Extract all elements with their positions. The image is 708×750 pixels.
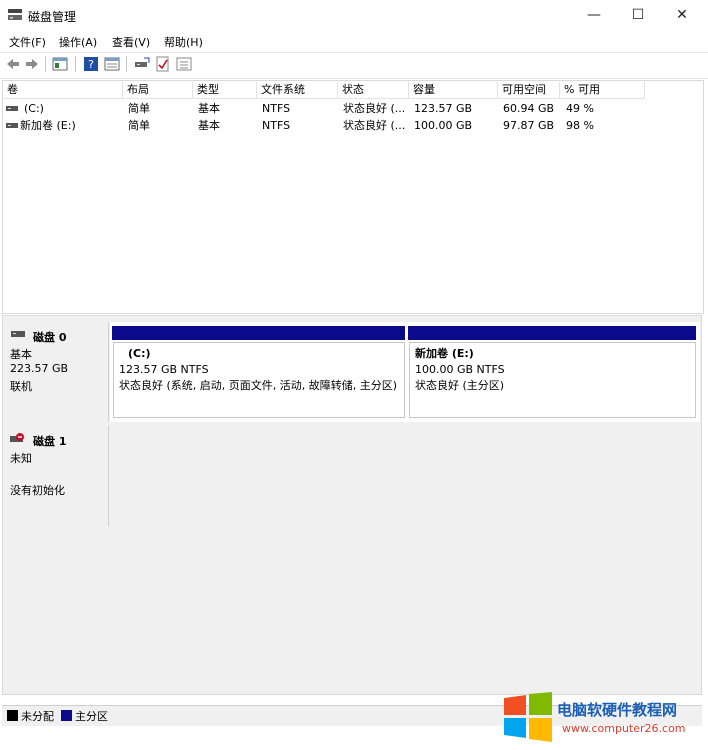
primary-partition-swatch	[61, 710, 72, 721]
partition-e-status: 状态良好 (主分区)	[415, 379, 505, 392]
volume-free-space: 97.87 GB	[503, 119, 555, 132]
disk-1-name: 磁盘 1	[33, 435, 67, 448]
disk-0-type: 基本	[10, 348, 32, 361]
volume-capacity: 123.57 GB	[414, 102, 473, 115]
svg-text:?: ?	[88, 58, 94, 71]
volume-filesystem: NTFS	[262, 119, 291, 132]
volume-capacity: 100.00 GB	[414, 119, 473, 132]
partition-e-label: 新加卷 (E:)	[415, 347, 474, 360]
volume-layout: 简单	[128, 102, 150, 115]
disk-0-name: 磁盘 0	[33, 331, 67, 344]
menu-bar	[0, 31, 708, 51]
menu-action[interactable]: 操作(A)	[59, 34, 97, 50]
menu-help[interactable]: 帮助(H)	[164, 34, 203, 50]
close-button[interactable]: ✕	[659, 0, 705, 31]
drive-icon	[6, 106, 18, 111]
volume-status: 状态良好 (...	[343, 102, 406, 115]
disk-1-state: 没有初始化	[10, 484, 65, 497]
disk-icon[interactable]	[134, 56, 150, 72]
volume-free-space: 60.94 GB	[503, 102, 555, 115]
volume-percent-free: 49 %	[566, 102, 594, 115]
help-icon[interactable]: ?	[83, 56, 99, 72]
volume-percent-free: 98 %	[566, 119, 594, 132]
watermark-url: www.computer26.com	[562, 722, 686, 735]
volume-name: 新加卷 (E:)	[20, 119, 76, 132]
partition-c-bar	[112, 326, 405, 340]
volume-status: 状态良好 (...	[343, 119, 406, 132]
disk-not-initialized-icon	[10, 433, 24, 442]
column-header-capacity[interactable]: 容量	[409, 82, 498, 99]
toolbar-separator	[126, 56, 127, 72]
column-header-status[interactable]: 状态	[338, 82, 409, 99]
column-header-filesystem[interactable]: 文件系统	[257, 82, 338, 99]
drive-icon	[6, 123, 18, 128]
legend-unallocated: 未分配	[21, 710, 54, 723]
column-header-free-space[interactable]: 可用空间	[498, 82, 560, 99]
maximize-button[interactable]: ☐	[615, 0, 661, 31]
partition-c-size: 123.57 GB NTFS	[119, 363, 209, 376]
forward-arrow-icon[interactable]	[24, 56, 40, 72]
menu-file[interactable]: 文件(F)	[9, 34, 46, 50]
column-header-percent-free[interactable]: % 可用	[560, 82, 645, 99]
check-icon[interactable]	[155, 56, 171, 72]
list-icon[interactable]	[176, 56, 192, 72]
disk-0-state: 联机	[10, 380, 32, 393]
window-title: 磁盘管理	[28, 10, 77, 24]
legend-primary-partition: 主分区	[75, 710, 108, 723]
unallocated-swatch	[7, 710, 18, 721]
console-tree-icon[interactable]	[52, 56, 68, 72]
minimize-button[interactable]: —	[571, 0, 617, 31]
column-header-layout[interactable]: 布局	[123, 82, 193, 99]
volume-layout: 简单	[128, 119, 150, 132]
disk-1-unallocated-area[interactable]	[110, 426, 700, 526]
disk-management-icon	[8, 9, 22, 20]
partition-e-bar	[408, 326, 696, 340]
partition-c-label: (C:)	[128, 347, 151, 360]
column-header-volume[interactable]: 卷	[3, 82, 123, 99]
volume-name: (C:)	[24, 102, 44, 115]
partition-c-status: 状态良好 (系统, 启动, 页面文件, 活动, 故障转储, 主分区)	[119, 379, 398, 392]
toolbar-separator	[45, 56, 46, 72]
windows-logo-icon	[504, 692, 552, 742]
disk-1-type: 未知	[10, 452, 32, 465]
back-arrow-icon[interactable]	[5, 56, 21, 72]
partition-e-size: 100.00 GB NTFS	[415, 363, 505, 376]
disk-0-size: 223.57 GB	[10, 362, 69, 375]
volume-type: 基本	[198, 102, 220, 115]
menu-view[interactable]: 查看(V)	[112, 34, 150, 50]
column-header-type[interactable]: 类型	[193, 82, 257, 99]
volume-filesystem: NTFS	[262, 102, 291, 115]
properties-icon[interactable]	[104, 56, 120, 72]
volume-type: 基本	[198, 119, 220, 132]
disk-icon	[11, 331, 25, 337]
watermark-title: 电脑软硬件教程网	[557, 701, 678, 719]
toolbar-separator	[75, 56, 76, 72]
